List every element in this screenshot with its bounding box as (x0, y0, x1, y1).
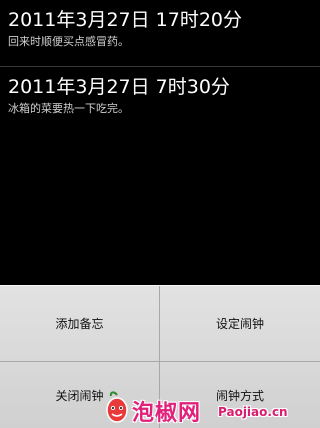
memo-note: 回来时顺便买点感冒药。 (8, 35, 129, 48)
set-alarm-button[interactable]: 设定闹钟 (160, 286, 320, 362)
memo-item[interactable]: 2011年3月27日 17时20分 回来时顺便买点感冒药。 (0, 0, 320, 67)
options-menu: 添加备忘 设定闹钟 关闭闹钟 闹钟方式 (0, 285, 320, 428)
memo-time: 2011年3月27日 17时20分 (8, 9, 243, 31)
memo-list: 2011年3月27日 17时20分 回来时顺便买点感冒药。 2011年3月27日… (0, 0, 320, 137)
memo-item[interactable]: 2011年3月27日 7时30分 冰箱的菜要热一下吃完。 (0, 67, 320, 137)
add-memo-button[interactable]: 添加备忘 (0, 286, 160, 362)
memo-note: 冰箱的菜要热一下吃完。 (8, 102, 129, 115)
alarm-mode-button[interactable]: 闹钟方式 (160, 362, 320, 428)
memo-time: 2011年3月27日 7时30分 (8, 76, 230, 98)
close-alarm-button[interactable]: 关闭闹钟 (0, 362, 160, 428)
